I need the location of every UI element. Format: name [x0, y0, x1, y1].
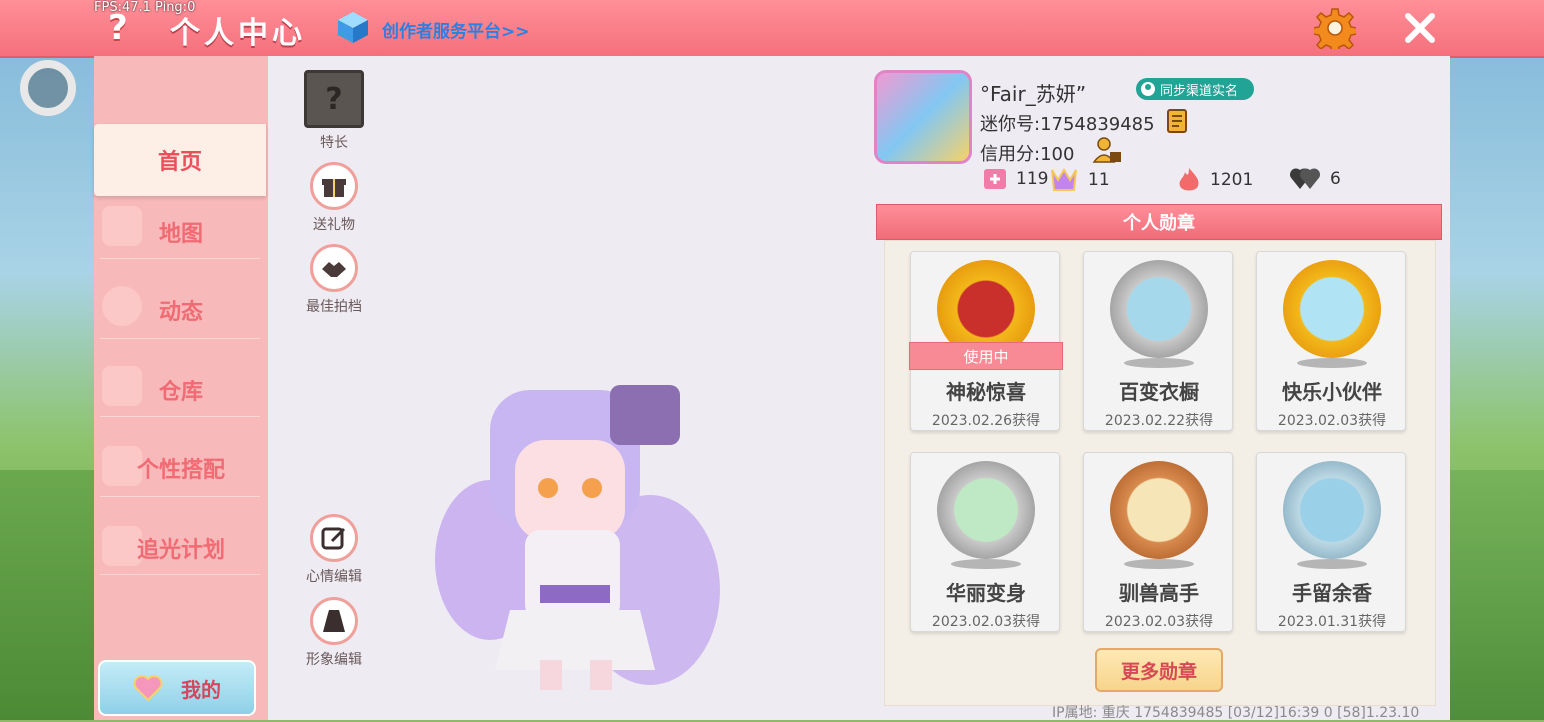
medal-name: 百变衣橱	[1119, 380, 1199, 404]
game-terrain-right	[1450, 470, 1544, 720]
stat-fans-value: 11	[1088, 170, 1110, 190]
medal-date: 2023.01.31获得	[1277, 614, 1387, 630]
handshake-icon	[310, 244, 358, 292]
gift-icon	[310, 162, 358, 210]
close-icon[interactable]	[1400, 8, 1440, 48]
stat-heat: 1201	[1176, 166, 1253, 194]
mood-edit-button[interactable]: 心情编辑	[294, 514, 374, 586]
medal-card[interactable]: 华丽变身 2023.02.03获得	[910, 452, 1060, 632]
sidebar: 首页 地图 动态 仓库 个性搭配 追光计划	[94, 56, 268, 720]
credit-user-icon[interactable]	[1092, 136, 1122, 164]
sidebar-item-label: 地图	[158, 222, 203, 247]
image-edit-button[interactable]: 形象编辑	[294, 597, 374, 669]
medal-card[interactable]: 快乐小伙伴 2023.02.03获得	[1256, 251, 1406, 431]
realname-badge[interactable]: 同步渠道实名	[1136, 78, 1254, 100]
credit-score: 信用分:100	[980, 144, 1075, 165]
medal-friends-icon	[1283, 260, 1381, 358]
divider	[100, 496, 260, 497]
mood-edit-label: 心情编辑	[306, 569, 362, 585]
sidebar-item-label: 首页	[157, 150, 202, 175]
fps-readout: FPS:47.1 Ping:0	[94, 0, 196, 15]
divider	[100, 574, 260, 575]
specialty-button[interactable]: ? 特长	[294, 70, 374, 152]
likes-icon	[1290, 168, 1321, 189]
divider	[100, 338, 260, 339]
medal-date: 2023.02.26获得	[931, 413, 1041, 429]
heart-icon	[133, 675, 163, 701]
sidebar-item-feed[interactable]: 动态	[94, 274, 268, 346]
medal-shadow	[1124, 358, 1194, 368]
medal-fragrance-icon	[1283, 461, 1381, 559]
medal-card[interactable]: 使用中 神秘惊喜 2023.02.26获得	[909, 251, 1063, 431]
stat-fans: 11	[1048, 166, 1110, 194]
medal-shadow	[1297, 358, 1367, 368]
medal-shadow	[951, 559, 1021, 569]
in-use-badge: 使用中	[909, 342, 1063, 370]
avatar[interactable]	[874, 70, 972, 164]
sidebar-item-label: 仓库	[158, 380, 203, 405]
flame-icon	[1179, 168, 1199, 191]
best-partner-button[interactable]: 最佳拍档	[294, 244, 374, 316]
specialty-label: 特长	[320, 135, 348, 151]
medal-name: 快乐小伙伴	[1282, 380, 1382, 404]
nickname: °Fair_苏妍”	[980, 82, 1087, 106]
medal-date: 2023.02.03获得	[1277, 413, 1387, 429]
stat-flag-value: 119	[1016, 169, 1049, 189]
sidebar-item-label: 动态	[158, 300, 203, 325]
top-bar: ? 个人中心 创作者服务平台>>	[0, 0, 1544, 58]
divider	[100, 416, 260, 417]
stat-likes-value: 6	[1330, 169, 1341, 189]
medal-name: 手留余香	[1292, 581, 1372, 605]
medal-tamer-icon	[1110, 461, 1208, 559]
creator-platform-link[interactable]: 创作者服务平台>>	[382, 17, 530, 42]
medal-shadow	[1124, 559, 1194, 569]
send-gift-label: 送礼物	[313, 217, 355, 233]
medal-name: 华丽变身	[946, 581, 1026, 605]
realname-badge-label: 同步渠道实名	[1160, 83, 1239, 99]
cube-icon[interactable]	[336, 10, 370, 44]
mini-id: 迷你号:1754839485	[980, 114, 1155, 135]
fans-icon	[1051, 168, 1077, 191]
more-medals-button[interactable]: 更多勋章	[1095, 648, 1223, 692]
user-check-icon	[1141, 82, 1155, 96]
sidebar-item-label: 追光计划	[136, 538, 225, 563]
game-terrain-left	[0, 470, 95, 720]
footer-info: IP属地: 重庆 1754839485 [03/12]16:39 0 [58]1…	[1052, 705, 1420, 721]
image-edit-label: 形象编辑	[306, 652, 362, 668]
medal-date: 2023.02.03获得	[1104, 614, 1214, 630]
my-button-label: 我的	[181, 677, 221, 702]
medal-transform-icon	[937, 461, 1035, 559]
best-partner-label: 最佳拍档	[306, 299, 362, 315]
copy-icon[interactable]	[1164, 108, 1190, 134]
record-icon[interactable]	[20, 60, 76, 116]
sidebar-item-label: 个性搭配	[136, 458, 225, 483]
medal-card[interactable]: 手留余香 2023.01.31获得	[1256, 452, 1406, 632]
edit-icon	[310, 514, 358, 562]
medal-card[interactable]: 驯兽高手 2023.02.03获得	[1083, 452, 1233, 632]
medal-date: 2023.02.03获得	[931, 614, 1041, 630]
sidebar-item-outfit[interactable]: 个性搭配	[94, 432, 268, 504]
dress-icon	[310, 597, 358, 645]
medal-wardrobe-icon	[1110, 260, 1208, 358]
divider	[100, 258, 260, 259]
player-character[interactable]	[430, 370, 730, 700]
my-button[interactable]: 我的	[98, 660, 256, 716]
medal-card[interactable]: 百变衣橱 2023.02.22获得	[1083, 251, 1233, 431]
medal-date: 2023.02.22获得	[1104, 413, 1214, 429]
medal-name: 驯兽高手	[1119, 581, 1199, 605]
flag-icon	[984, 169, 1006, 189]
stat-heat-value: 1201	[1210, 170, 1254, 190]
medal-section-header: 个人勋章	[876, 204, 1442, 240]
send-gift-button[interactable]: 送礼物	[294, 162, 374, 234]
medal-header-label: 个人勋章	[1123, 213, 1195, 234]
stat-flag: 119	[982, 166, 1048, 192]
medal-shadow	[1297, 559, 1367, 569]
medal-name: 神秘惊喜	[946, 380, 1026, 404]
gear-icon[interactable]	[1314, 7, 1356, 49]
sidebar-item-home[interactable]: 首页	[94, 124, 266, 196]
stat-likes: 6	[1290, 166, 1341, 192]
question-block-icon: ?	[304, 70, 364, 128]
